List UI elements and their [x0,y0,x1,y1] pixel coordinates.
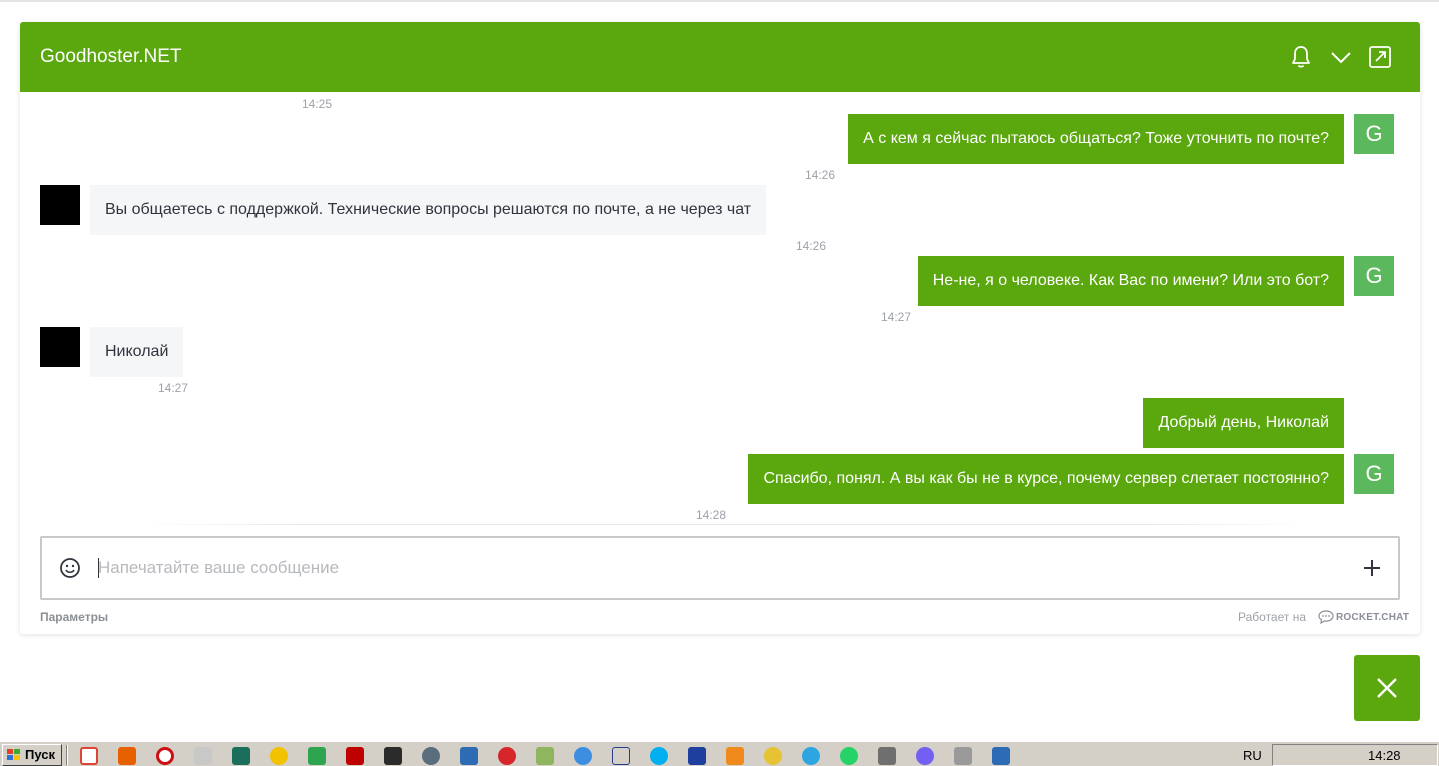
app-icon-eye[interactable] [764,747,782,765]
app-icon-chart[interactable] [308,747,326,765]
user-avatar: G [1354,256,1394,296]
language-indicator[interactable]: RU [1243,748,1262,763]
message-bubble-outgoing: Добрый день, Николай [1143,398,1344,448]
opera-icon[interactable] [156,747,174,765]
chevron-down-icon[interactable] [1328,44,1354,70]
app-icon-g[interactable] [422,747,440,765]
app-icon-m[interactable] [232,747,250,765]
message-input[interactable] [98,538,1328,598]
close-chat-button[interactable] [1354,655,1420,721]
app-icon-network[interactable] [536,747,554,765]
message-composer [40,536,1400,600]
app-icon-ip[interactable] [460,747,478,765]
rocketchat-logo[interactable]: ROCKET.CHAT [1318,609,1409,625]
qbittorrent-icon[interactable] [574,747,592,765]
app-icon-triangle[interactable] [270,747,288,765]
filezilla-icon[interactable] [346,747,364,765]
message-time: 14:27 [158,381,189,395]
agent-avatar [40,327,80,367]
message-bubble-incoming: Николай [90,327,184,377]
popout-icon[interactable] [1367,44,1393,70]
app-icon-os[interactable] [498,747,516,765]
message-time: 14:25 [302,97,333,111]
app-icon-monitor[interactable] [954,747,972,765]
dollar-icon[interactable] [612,747,630,765]
taskbar-clock[interactable]: 14:28 [1368,748,1401,763]
plus-icon[interactable] [1360,556,1384,580]
start-button[interactable]: Пуск [2,744,62,766]
message-time: 14:26 [796,239,827,253]
telegram-icon[interactable] [802,747,820,765]
app-icon-vault[interactable] [878,747,896,765]
page-top-border [0,0,1439,2]
windows-taskbar: Пуск RU 14:28 [0,741,1439,766]
chat-header: Goodhoster.NET [20,22,1420,92]
app-icon-equalizer[interactable] [384,747,402,765]
firefox-icon[interactable] [118,747,136,765]
message-time: 14:27 [881,310,912,324]
agent-avatar [40,185,80,225]
message-bubble-incoming: Вы общаетесь с поддержкой. Технические в… [90,185,767,235]
skype-icon[interactable] [650,747,668,765]
livechat-widget: Goodhoster.NET 14:25 А с кем я сейчас пы… [20,22,1420,634]
whatsapp-icon[interactable] [840,747,858,765]
bell-icon[interactable] [1288,44,1314,70]
viber-icon[interactable] [916,747,934,765]
rocketchat-brand: ROCKET.CHAT [1336,611,1410,623]
composer-divider [140,524,1310,525]
chrome-icon[interactable] [80,747,98,765]
message-time: 14:28 [696,508,727,522]
user-avatar: G [1354,114,1394,154]
app-icon-ip-active[interactable] [992,747,1010,765]
taskbar-separator [66,745,68,765]
vlc-icon[interactable] [726,747,744,765]
windows-flag-icon [7,749,20,760]
system-tray [1272,744,1438,766]
message-time: 14:26 [805,168,836,182]
powered-by-label: Работает на [1238,610,1307,624]
message-bubble-outgoing: Спасибо, понял. А вы как бы не в курсе, … [748,454,1344,504]
emoji-icon[interactable] [58,556,82,580]
close-icon [1377,678,1397,698]
message-list[interactable]: 14:25 А с кем я сейчас пытаюсь общаться?… [20,92,1420,526]
rocketchat-icon [1318,610,1334,624]
chat-title: Goodhoster.NET [40,46,182,67]
message-bubble-outgoing: А с кем я сейчас пытаюсь общаться? Тоже … [848,114,1344,164]
options-link[interactable]: Параметры [40,610,108,624]
user-avatar: G [1354,454,1394,494]
onec-icon[interactable] [194,747,212,765]
start-label: Пуск [25,747,55,762]
message-bubble-outgoing: Не-не, я о человеке. Как Вас по имени? И… [917,256,1344,306]
save-disk-icon[interactable] [688,747,706,765]
